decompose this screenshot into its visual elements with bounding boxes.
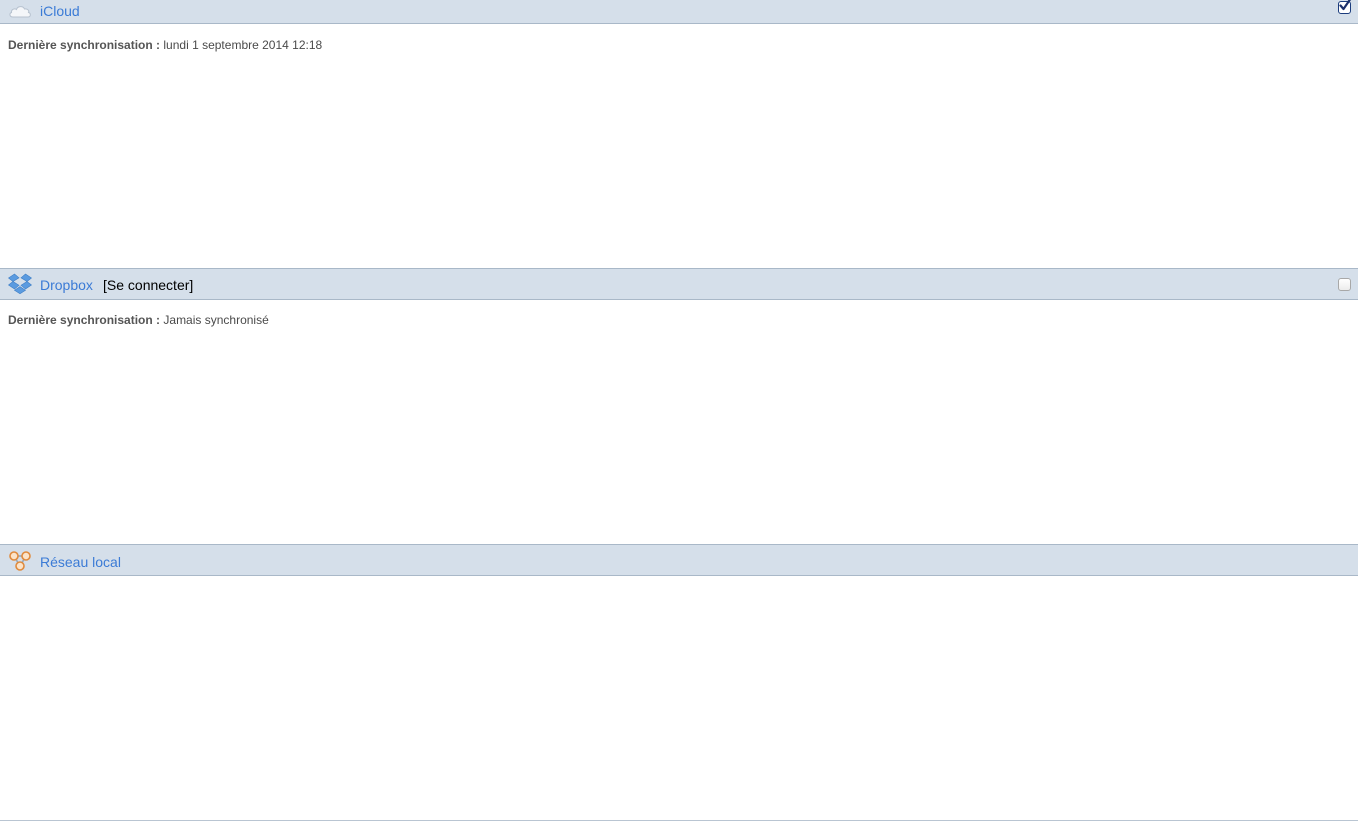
- dropbox-connect-link[interactable]: [Se connecter]: [103, 277, 193, 293]
- icloud-title-link[interactable]: iCloud: [40, 3, 80, 19]
- local-network-icon: [9, 551, 31, 571]
- last-sync-value: Jamais synchronisé: [163, 313, 269, 327]
- local-network-header: Réseau local: [0, 544, 1358, 576]
- last-sync-value: lundi 1 septembre 2014 12:18: [163, 38, 323, 52]
- dropbox-enable-checkbox[interactable]: [1338, 278, 1351, 291]
- local-network-title-link[interactable]: Réseau local: [40, 554, 121, 570]
- icloud-last-sync: Dernière synchronisation : lundi 1 septe…: [8, 38, 322, 52]
- sync-settings-page: iCloud Dernière synchronisation : lundi …: [0, 0, 1358, 823]
- dropbox-header: Dropbox [Se connecter]: [0, 268, 1358, 300]
- checkmark-icon: [1339, 0, 1351, 11]
- dropbox-title-link[interactable]: Dropbox: [40, 277, 93, 293]
- dropbox-last-sync: Dernière synchronisation : Jamais synchr…: [8, 313, 269, 327]
- last-sync-label: Dernière synchronisation :: [8, 38, 161, 52]
- icloud-section: iCloud Dernière synchronisation : lundi …: [0, 0, 1358, 268]
- last-sync-label: Dernière synchronisation :: [8, 313, 161, 327]
- local-network-section: Réseau local: [0, 544, 1358, 823]
- cloud-icon: [9, 6, 31, 18]
- dropbox-icon: [8, 273, 32, 295]
- bottom-divider: [0, 820, 1358, 821]
- dropbox-section: Dropbox [Se connecter] Dernière synchron…: [0, 268, 1358, 544]
- icloud-enable-checkbox[interactable]: [1338, 0, 1351, 14]
- icloud-header: iCloud: [0, 0, 1358, 24]
